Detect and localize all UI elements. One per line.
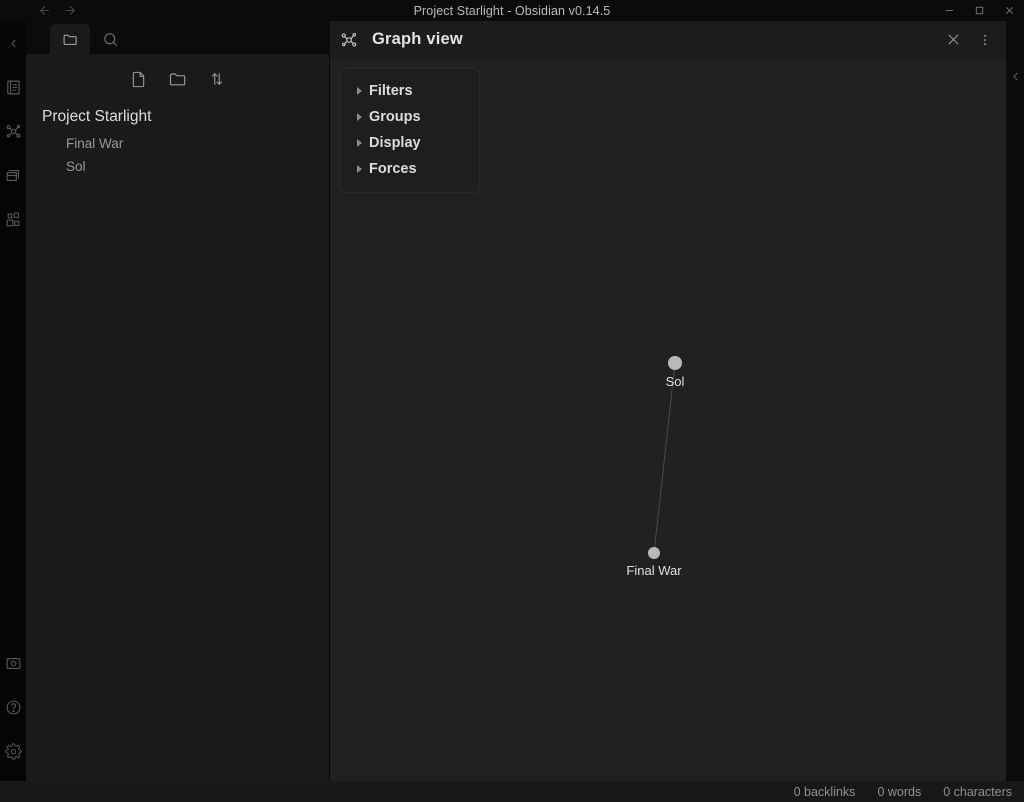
- minimize-button[interactable]: [934, 0, 964, 21]
- vertical-dots-icon: [978, 33, 992, 47]
- status-backlinks: 0 backlinks: [794, 785, 856, 799]
- settings-icon[interactable]: [0, 729, 26, 773]
- status-bar: 0 backlinks 0 words 0 characters: [0, 781, 1024, 802]
- vault-switcher-icon[interactable]: [0, 641, 26, 685]
- graph-pane-header: Graph view: [330, 21, 1006, 59]
- graph-node-dot: [668, 356, 682, 370]
- status-words: 0 words: [877, 785, 921, 799]
- obsidian-window: Project Starlight - Obsidian v0.14.5: [0, 0, 1024, 802]
- ribbon-bottom-group: [0, 641, 26, 781]
- pane-actions: [940, 27, 998, 53]
- file-tree: Project Starlight Final War Sol: [26, 104, 329, 178]
- maximize-button[interactable]: [964, 0, 994, 21]
- forward-button[interactable]: [59, 3, 81, 19]
- graph-view-icon[interactable]: [0, 109, 26, 153]
- new-folder-button[interactable]: [168, 69, 188, 89]
- right-sidebar-toggle[interactable]: [1008, 66, 1022, 86]
- window-controls: [934, 0, 1024, 21]
- close-pane-button[interactable]: [940, 27, 966, 53]
- tab-search[interactable]: [90, 24, 130, 54]
- help-icon[interactable]: [0, 685, 26, 729]
- folder-icon: [62, 31, 79, 48]
- list-item[interactable]: Final War: [42, 132, 329, 155]
- sort-order-button[interactable]: [208, 70, 226, 88]
- graph-node-final-war[interactable]: Final War: [648, 547, 660, 559]
- chevron-left-icon: [1009, 70, 1022, 83]
- file-explorer-toolbar: [26, 54, 329, 104]
- title-bar: Project Starlight - Obsidian v0.14.5: [0, 0, 1024, 21]
- tab-file-explorer[interactable]: [50, 24, 90, 54]
- list-item[interactable]: Sol: [42, 155, 329, 178]
- close-icon: [946, 32, 961, 47]
- page-title: Graph view: [372, 30, 463, 49]
- new-note-button[interactable]: [129, 70, 148, 89]
- graph-node-label: Final War: [626, 563, 681, 578]
- close-button[interactable]: [994, 0, 1024, 21]
- left-ribbon: [0, 21, 26, 781]
- graph-view-icon: [340, 31, 358, 49]
- graph-canvas[interactable]: Filters Groups Display Forces Sol: [330, 59, 1006, 781]
- more-options-button[interactable]: [972, 27, 998, 53]
- right-sidebar-strip: [1006, 21, 1024, 781]
- graph-edges: [330, 59, 1006, 781]
- command-palette-icon[interactable]: [0, 197, 26, 241]
- left-sidebar: Project Starlight Final War Sol: [26, 21, 329, 781]
- open-daily-note-icon[interactable]: [0, 65, 26, 109]
- search-icon: [102, 31, 119, 48]
- status-characters: 0 characters: [943, 785, 1012, 799]
- graph-node-sol[interactable]: Sol: [668, 356, 682, 370]
- new-note-icon: [129, 70, 148, 89]
- ribbon-top-group: [0, 21, 26, 241]
- new-folder-icon: [168, 69, 188, 89]
- graph-pane: Graph view Filters Groups: [330, 21, 1006, 781]
- sort-icon: [208, 70, 226, 88]
- back-button[interactable]: [33, 3, 55, 19]
- graph-node-label: Sol: [666, 374, 685, 389]
- canvas-icon[interactable]: [0, 153, 26, 197]
- graph-node-dot: [648, 547, 660, 559]
- sidebar-tab-bar: [26, 21, 329, 54]
- left-sidebar-collapse-icon[interactable]: [0, 21, 26, 65]
- window-title: Project Starlight - Obsidian v0.14.5: [0, 4, 1024, 18]
- navigation-buttons: [33, 3, 81, 19]
- vault-name[interactable]: Project Starlight: [42, 104, 329, 130]
